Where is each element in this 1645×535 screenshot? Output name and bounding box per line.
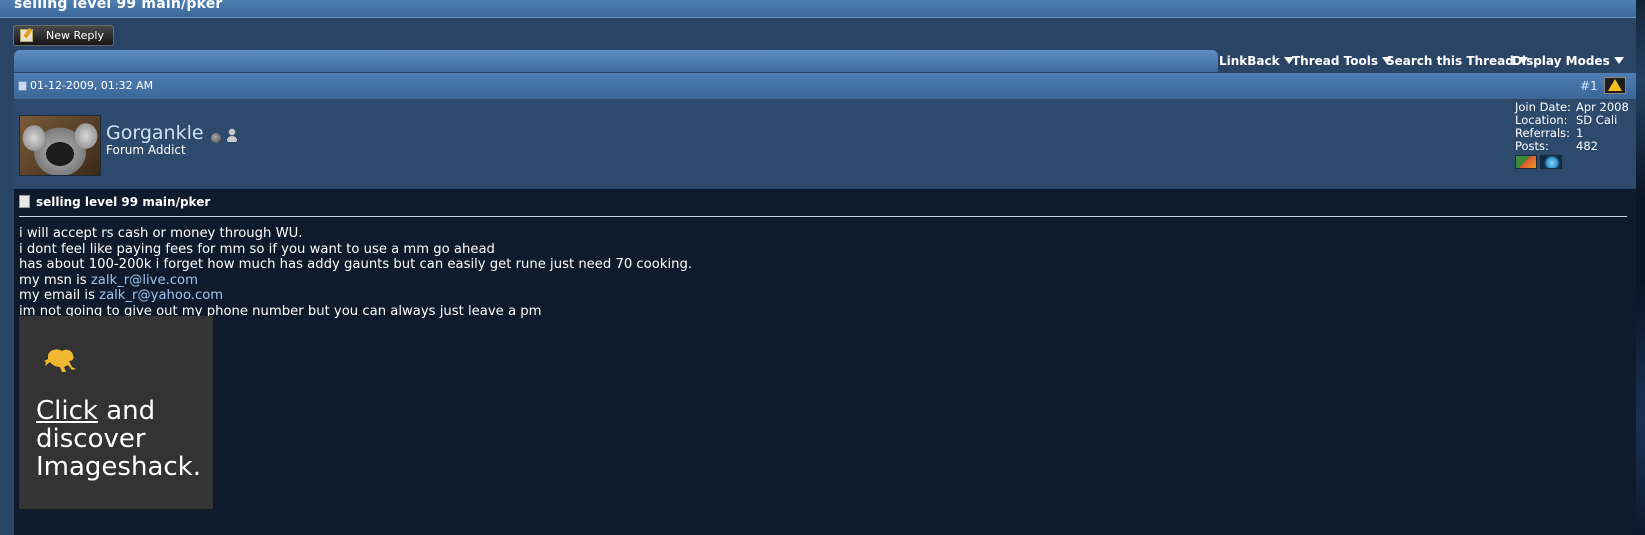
post-number-link[interactable]: #1: [1580, 79, 1598, 93]
contact-icons: [1515, 154, 1565, 173]
toolbar-tab: [14, 50, 1218, 72]
thread-menu-bar: LinkBack Thread Tools Search this Thread…: [1219, 50, 1636, 72]
msn-email-link[interactable]: zalk_r@live.com: [91, 273, 198, 288]
thread-toolbar: LinkBack Thread Tools Search this Thread…: [14, 50, 1636, 72]
divider: [19, 216, 1627, 217]
display-modes-menu[interactable]: Display Modes: [1512, 54, 1624, 68]
join-date-value: Apr 2008: [1576, 100, 1629, 114]
posts-value: 482: [1576, 139, 1598, 153]
post-body: selling level 99 main/pker i will accept…: [14, 189, 1636, 535]
frog-logo-icon: [44, 349, 76, 372]
chevron-down-icon: [1613, 57, 1624, 64]
search-thread-menu[interactable]: Search this Thread: [1386, 54, 1528, 68]
thread-title-bar: selling level 99 main/pker: [0, 0, 1636, 18]
location-value: SD Cali: [1576, 113, 1618, 127]
post-title: selling level 99 main/pker: [19, 195, 210, 209]
linkback-menu[interactable]: LinkBack: [1219, 54, 1294, 68]
forum-frame: selling level 99 main/pker New Reply Lin…: [0, 0, 1636, 535]
promo-text: Click and discover Imageshack.: [36, 396, 202, 482]
message-line: my email is zalk_r@yahoo.com: [19, 288, 224, 304]
imageshack-promo-image[interactable]: Click and discover Imageshack.: [19, 316, 213, 509]
thread-tools-menu[interactable]: Thread Tools: [1292, 54, 1392, 68]
user-title: Forum Addict: [106, 143, 186, 157]
document-icon: [19, 195, 30, 208]
user-profile-icon: [227, 128, 237, 142]
referrals-value: 1: [1576, 126, 1584, 140]
message-line: i will accept rs cash or money through W…: [19, 226, 303, 241]
game-badge-icon[interactable]: [1515, 155, 1537, 169]
post-date: 01-12-2009, 01:32 AM: [30, 79, 154, 92]
thread-title: selling level 99 main/pker: [14, 0, 223, 12]
user-info-area: Gorgankle Forum Addict Join Date: Apr 200…: [14, 100, 1636, 188]
username-link[interactable]: Gorgankle: [106, 122, 204, 144]
message-line: i dont feel like paying fees for mm so i…: [19, 241, 495, 257]
post-header: 01-12-2009, 01:32 AM #1: [14, 73, 1636, 99]
new-reply-icon: [20, 29, 33, 42]
offline-status-icon: [211, 133, 221, 143]
report-post-icon[interactable]: [1604, 77, 1626, 94]
user-stats: Join Date: Apr 2008 Location: SD Cali Refe…: [1515, 101, 1629, 153]
new-reply-button[interactable]: New Reply: [13, 25, 114, 46]
new-reply-label: New Reply: [46, 29, 104, 42]
avatar[interactable]: [19, 115, 101, 176]
message-line: has about 100-200k i forget how much has…: [19, 257, 693, 273]
email-link[interactable]: zalk_r@yahoo.com: [99, 288, 223, 303]
msn-icon[interactable]: [1540, 155, 1562, 169]
posts-label: Posts:: [1515, 139, 1549, 153]
post-icon: [18, 81, 27, 91]
post-message: i will accept rs cash or money through W…: [19, 226, 692, 320]
message-line: my msn is zalk_r@live.com: [19, 272, 198, 288]
